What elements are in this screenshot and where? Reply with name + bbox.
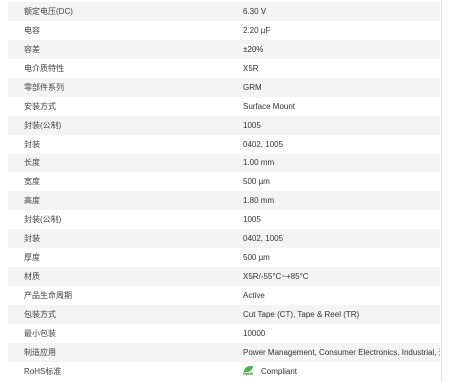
spec-value: 500 µm (243, 177, 270, 187)
spec-row: 电介质特性 X5R (8, 58, 440, 78)
spec-value: GRM (243, 82, 262, 92)
spec-value: 2.20 µF (243, 25, 271, 35)
spec-label: 安装方式 (24, 101, 56, 111)
spec-row: 厚度 500 µm (8, 248, 440, 268)
spec-row: 封装 0402, 1005 (8, 229, 440, 249)
spec-value: 500 µm (243, 253, 270, 263)
spec-label: 宽度 (24, 177, 40, 187)
spec-value: 0402, 1005 (243, 234, 284, 244)
spec-label: 封装 (24, 234, 40, 244)
spec-row: 零部件系列 GRM (8, 77, 440, 97)
spec-row: 封装(公制) 1005 (8, 210, 440, 230)
spec-value: Power Management, Consumer Electronics, … (243, 347, 440, 357)
spec-row: 额定电压(DC) 6.30 V (8, 2, 440, 21)
spec-label: 封装(公制) (24, 120, 62, 130)
spec-value: Cut Tape (CT), Tape & Reel (TR) (243, 309, 360, 319)
rohs-leaf-icon: RoHS (243, 366, 255, 376)
spec-label: 封装(公制) (24, 215, 62, 225)
spec-label: 封装 (24, 139, 40, 149)
spec-label: 容差 (24, 44, 40, 54)
spec-value: ±20% (243, 44, 264, 54)
spec-label: 零部件系列 (24, 82, 64, 92)
spec-label: 长度 (24, 158, 40, 168)
rohs-icon-text: RoHS (243, 371, 254, 377)
spec-value: X5R (243, 63, 259, 73)
spec-row: 包装方式 Cut Tape (CT), Tape & Reel (TR) (8, 305, 440, 324)
spec-table: 额定电压(DC) 6.30 V 电容 2.20 µF 容差 ±20% 电介质特性… (8, 2, 440, 381)
spec-label: 电介质特性 (24, 63, 64, 73)
spec-label: 额定电压(DC) (24, 6, 73, 16)
spec-value-rohs: RoHS Compliant (234, 366, 440, 376)
spec-row: 封装 0402, 1005 (8, 134, 440, 154)
spec-label: 最小包装 (24, 328, 56, 338)
spec-value: 1005 (243, 120, 261, 130)
spec-row: 高度 1.80 mm (8, 191, 440, 211)
spec-label: 厚度 (24, 253, 40, 263)
spec-value: 0402, 1005 (243, 139, 284, 149)
spec-value: X5R/-55°C~+85°C (243, 272, 309, 282)
spec-label: 电容 (24, 25, 40, 35)
spec-value: 1005 (243, 215, 261, 225)
spec-label: 制造应用 (24, 347, 56, 357)
spec-row: 容差 ±20% (8, 39, 440, 59)
spec-value: Surface Mount (243, 101, 296, 111)
spec-row: 产品生命周期 Active (8, 286, 440, 305)
spec-label: 产品生命周期 (24, 291, 72, 301)
spec-row: 电容 2.20 µF (8, 20, 440, 40)
spec-value: 6.30 V (243, 6, 267, 16)
spec-row: 宽度 500 µm (8, 172, 440, 192)
spec-row: 材质 X5R/-55°C~+85°C (8, 267, 440, 287)
rohs-status: Compliant (261, 366, 298, 376)
scrollbar[interactable] (442, 0, 450, 382)
spec-value: Active (243, 291, 265, 301)
spec-label: 包装方式 (24, 309, 56, 319)
spec-row: 制造应用 Power Management, Consumer Electron… (8, 342, 440, 362)
spec-row: 安装方式 Surface Mount (8, 96, 440, 116)
spec-row: 最小包装 10000 (8, 323, 440, 343)
spec-value: 10000 (243, 328, 266, 338)
spec-label: 高度 (24, 196, 40, 206)
spec-label: RoHS标准 (24, 366, 62, 376)
spec-value: 1.00 mm (243, 158, 275, 168)
spec-row: RoHS标准 RoHS Compliant (8, 361, 440, 381)
spec-value: 1.80 mm (243, 196, 275, 206)
spec-row: 封装(公制) 1005 (8, 115, 440, 135)
spec-label: 材质 (24, 272, 40, 282)
spec-row: 长度 1.00 mm (8, 153, 440, 173)
